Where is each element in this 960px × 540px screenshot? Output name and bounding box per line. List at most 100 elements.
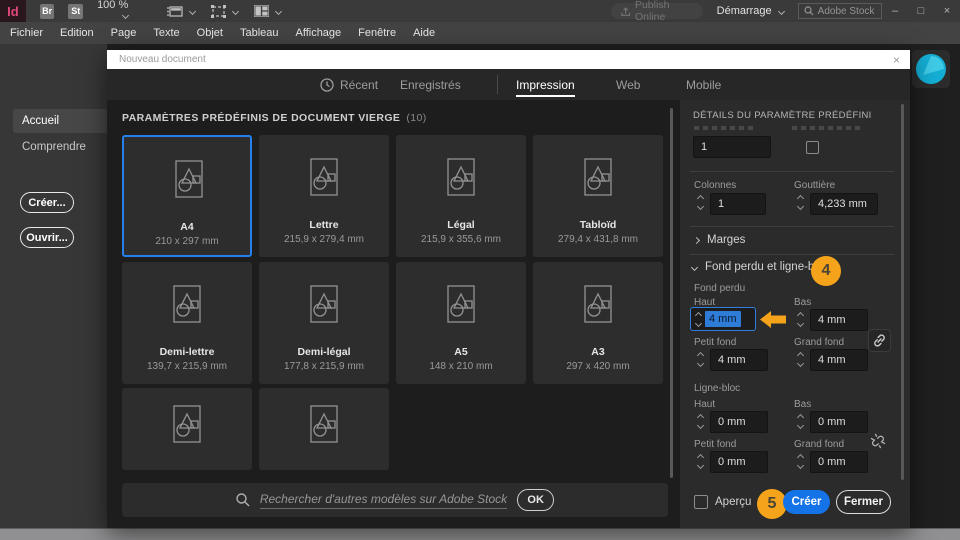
- bleed-inside-input[interactable]: 4 mm: [710, 349, 768, 371]
- document-preset-icon: [441, 284, 481, 334]
- slug-top-stepper[interactable]: [695, 413, 705, 430]
- adobe-stock-search-input[interactable]: Adobe Stock: [797, 3, 882, 19]
- tab-mobile[interactable]: Mobile: [686, 69, 721, 100]
- panel-scrollbar[interactable]: [901, 104, 904, 480]
- menu-fenetre[interactable]: Fenêtre: [358, 27, 396, 39]
- zoom-level-dropdown[interactable]: 100 %: [97, 0, 151, 23]
- tab-web[interactable]: Web: [616, 69, 640, 100]
- screen-mode-dropdown[interactable]: [210, 4, 239, 18]
- menu-tableau[interactable]: Tableau: [240, 27, 279, 39]
- bleed-outside-stepper[interactable]: [795, 351, 805, 368]
- tab-enregistres[interactable]: Enregistrés: [400, 69, 461, 100]
- menu-page[interactable]: Page: [111, 27, 137, 39]
- stock-search-input[interactable]: Rechercher d'autres modèles sur Adobe St…: [259, 492, 508, 509]
- document-preset-icon: [304, 404, 344, 454]
- chain-link-icon: [874, 334, 885, 347]
- creative-cloud-sync-icon[interactable]: [912, 50, 950, 88]
- bleed-top-field-selected[interactable]: 4 mm: [690, 307, 756, 331]
- slug-inside-input[interactable]: 0 mm: [710, 451, 768, 473]
- menu-objet[interactable]: Objet: [197, 27, 223, 39]
- columns-stepper[interactable]: [695, 194, 705, 211]
- gutter-stepper[interactable]: [795, 194, 805, 211]
- menu-texte[interactable]: Texte: [153, 27, 179, 39]
- menu-affichage[interactable]: Affichage: [296, 27, 342, 39]
- menu-edition[interactable]: Edition: [60, 27, 94, 39]
- pages-input[interactable]: 1: [693, 136, 771, 158]
- new-document-dialog: Nouveau document × Récent Enregistrés Im…: [107, 50, 910, 528]
- dialog-title-bar: Nouveau document ×: [107, 50, 910, 69]
- slug-outside-input[interactable]: 0 mm: [810, 451, 868, 473]
- menu-bar: Fichier Edition Page Texte Objet Tableau…: [0, 22, 960, 44]
- annotation-arrow-left: [760, 311, 786, 328]
- broken-chain-icon[interactable]: [870, 433, 886, 449]
- columns-input[interactable]: 1: [710, 193, 766, 215]
- tab-impression[interactable]: Impression: [516, 69, 575, 100]
- preset-card-a3[interactable]: A3 297 x 420 mm: [533, 262, 663, 384]
- preset-card-demi-lettre[interactable]: Demi-lettre 139,7 x 215,9 mm: [122, 262, 252, 384]
- preset-card-a4[interactable]: A4 210 x 297 mm: [122, 135, 252, 257]
- bleed-link-values-button[interactable]: [868, 329, 891, 352]
- menu-fichier[interactable]: Fichier: [10, 27, 43, 39]
- maximize-button[interactable]: □: [908, 0, 934, 22]
- document-preset-icon: [304, 157, 344, 207]
- chevron-right-icon: [692, 236, 701, 244]
- create-button[interactable]: Créer: [783, 490, 830, 514]
- document-preset-icon: [167, 284, 207, 334]
- slug-bottom-stepper[interactable]: [795, 413, 805, 430]
- application-toolbar: Id Br St 100 % Publish Online Démarrage …: [0, 0, 960, 23]
- slug-bottom-input[interactable]: 0 mm: [810, 411, 868, 433]
- preset-name: A3: [591, 346, 605, 358]
- preset-size: 297 x 420 mm: [566, 361, 630, 372]
- close-window-button[interactable]: ×: [934, 0, 960, 22]
- slug-label: Ligne-bloc: [694, 383, 741, 394]
- gutter-input[interactable]: 4,233 mm: [810, 193, 878, 215]
- preset-card[interactable]: [122, 388, 252, 470]
- create-document-button[interactable]: Créer...: [20, 192, 74, 213]
- bridge-button[interactable]: Br: [39, 3, 55, 19]
- bleed-slug-section-header[interactable]: Fond perdu et ligne-bloc: [690, 261, 829, 273]
- bleed-outside-label: Grand fond: [794, 337, 845, 348]
- minimize-button[interactable]: –: [882, 0, 908, 22]
- ok-button[interactable]: OK: [517, 489, 555, 511]
- slug-outside-stepper[interactable]: [795, 453, 805, 470]
- publish-online-button[interactable]: Publish Online: [610, 0, 703, 23]
- presets-scrollbar[interactable]: [670, 108, 673, 478]
- bleed-top-stepper[interactable]: [691, 311, 705, 327]
- view-options-dropdown[interactable]: [166, 5, 196, 18]
- cancel-button[interactable]: Fermer: [836, 490, 891, 514]
- preset-size: 215,9 x 279,4 mm: [283, 234, 365, 245]
- preset-card[interactable]: [259, 388, 389, 470]
- bleed-outside-input[interactable]: 4 mm: [810, 349, 868, 371]
- workspace-layout-dropdown[interactable]: [253, 5, 282, 17]
- preset-card-lettre[interactable]: Lettre 215,9 x 279,4 mm: [259, 135, 389, 257]
- preset-card-demi-legal[interactable]: Demi-légal 177,8 x 215,9 mm: [259, 262, 389, 384]
- bleed-bottom-input[interactable]: 4 mm: [810, 309, 868, 331]
- workspace-switcher[interactable]: Démarrage: [717, 5, 785, 17]
- close-dialog-icon[interactable]: ×: [893, 53, 900, 67]
- facing-pages-checkbox[interactable]: [806, 141, 819, 154]
- sidebar-item-accueil[interactable]: Accueil: [13, 109, 107, 133]
- open-document-button[interactable]: Ouvrir...: [20, 227, 74, 248]
- preset-size: 177,8 x 215,9 mm: [283, 361, 365, 372]
- preset-card-a5[interactable]: A5 148 x 210 mm: [396, 262, 526, 384]
- bleed-inside-stepper[interactable]: [695, 351, 705, 368]
- slug-top-input[interactable]: 0 mm: [710, 411, 768, 433]
- preset-card-tabloid[interactable]: Tabloïd 279,4 x 431,8 mm: [533, 135, 663, 257]
- layout-panel-icon: [253, 5, 269, 17]
- slug-inside-label: Petit fond: [694, 439, 737, 450]
- bleed-bottom-stepper[interactable]: [795, 311, 805, 328]
- tab-recent[interactable]: Récent: [320, 69, 378, 100]
- chevron-down-icon: [274, 7, 282, 15]
- preset-card-legal[interactable]: Légal 215,9 x 355,6 mm: [396, 135, 526, 257]
- preview-checkbox[interactable]: [694, 495, 708, 509]
- menu-aide[interactable]: Aide: [413, 27, 435, 39]
- clock-icon: [320, 77, 334, 92]
- document-preset-icon: [441, 157, 481, 207]
- sidebar-item-comprendre[interactable]: Comprendre: [22, 141, 86, 153]
- preview-label: Aperçu: [715, 496, 752, 508]
- marquee-icon: [210, 4, 226, 18]
- margins-section-header[interactable]: Marges: [692, 234, 745, 246]
- preset-details-panel: DÉTAILS DU PARAMÈTRE PRÉDÉFINI 1 Colonne…: [680, 100, 910, 528]
- slug-inside-stepper[interactable]: [695, 453, 705, 470]
- stock-button[interactable]: St: [68, 3, 84, 19]
